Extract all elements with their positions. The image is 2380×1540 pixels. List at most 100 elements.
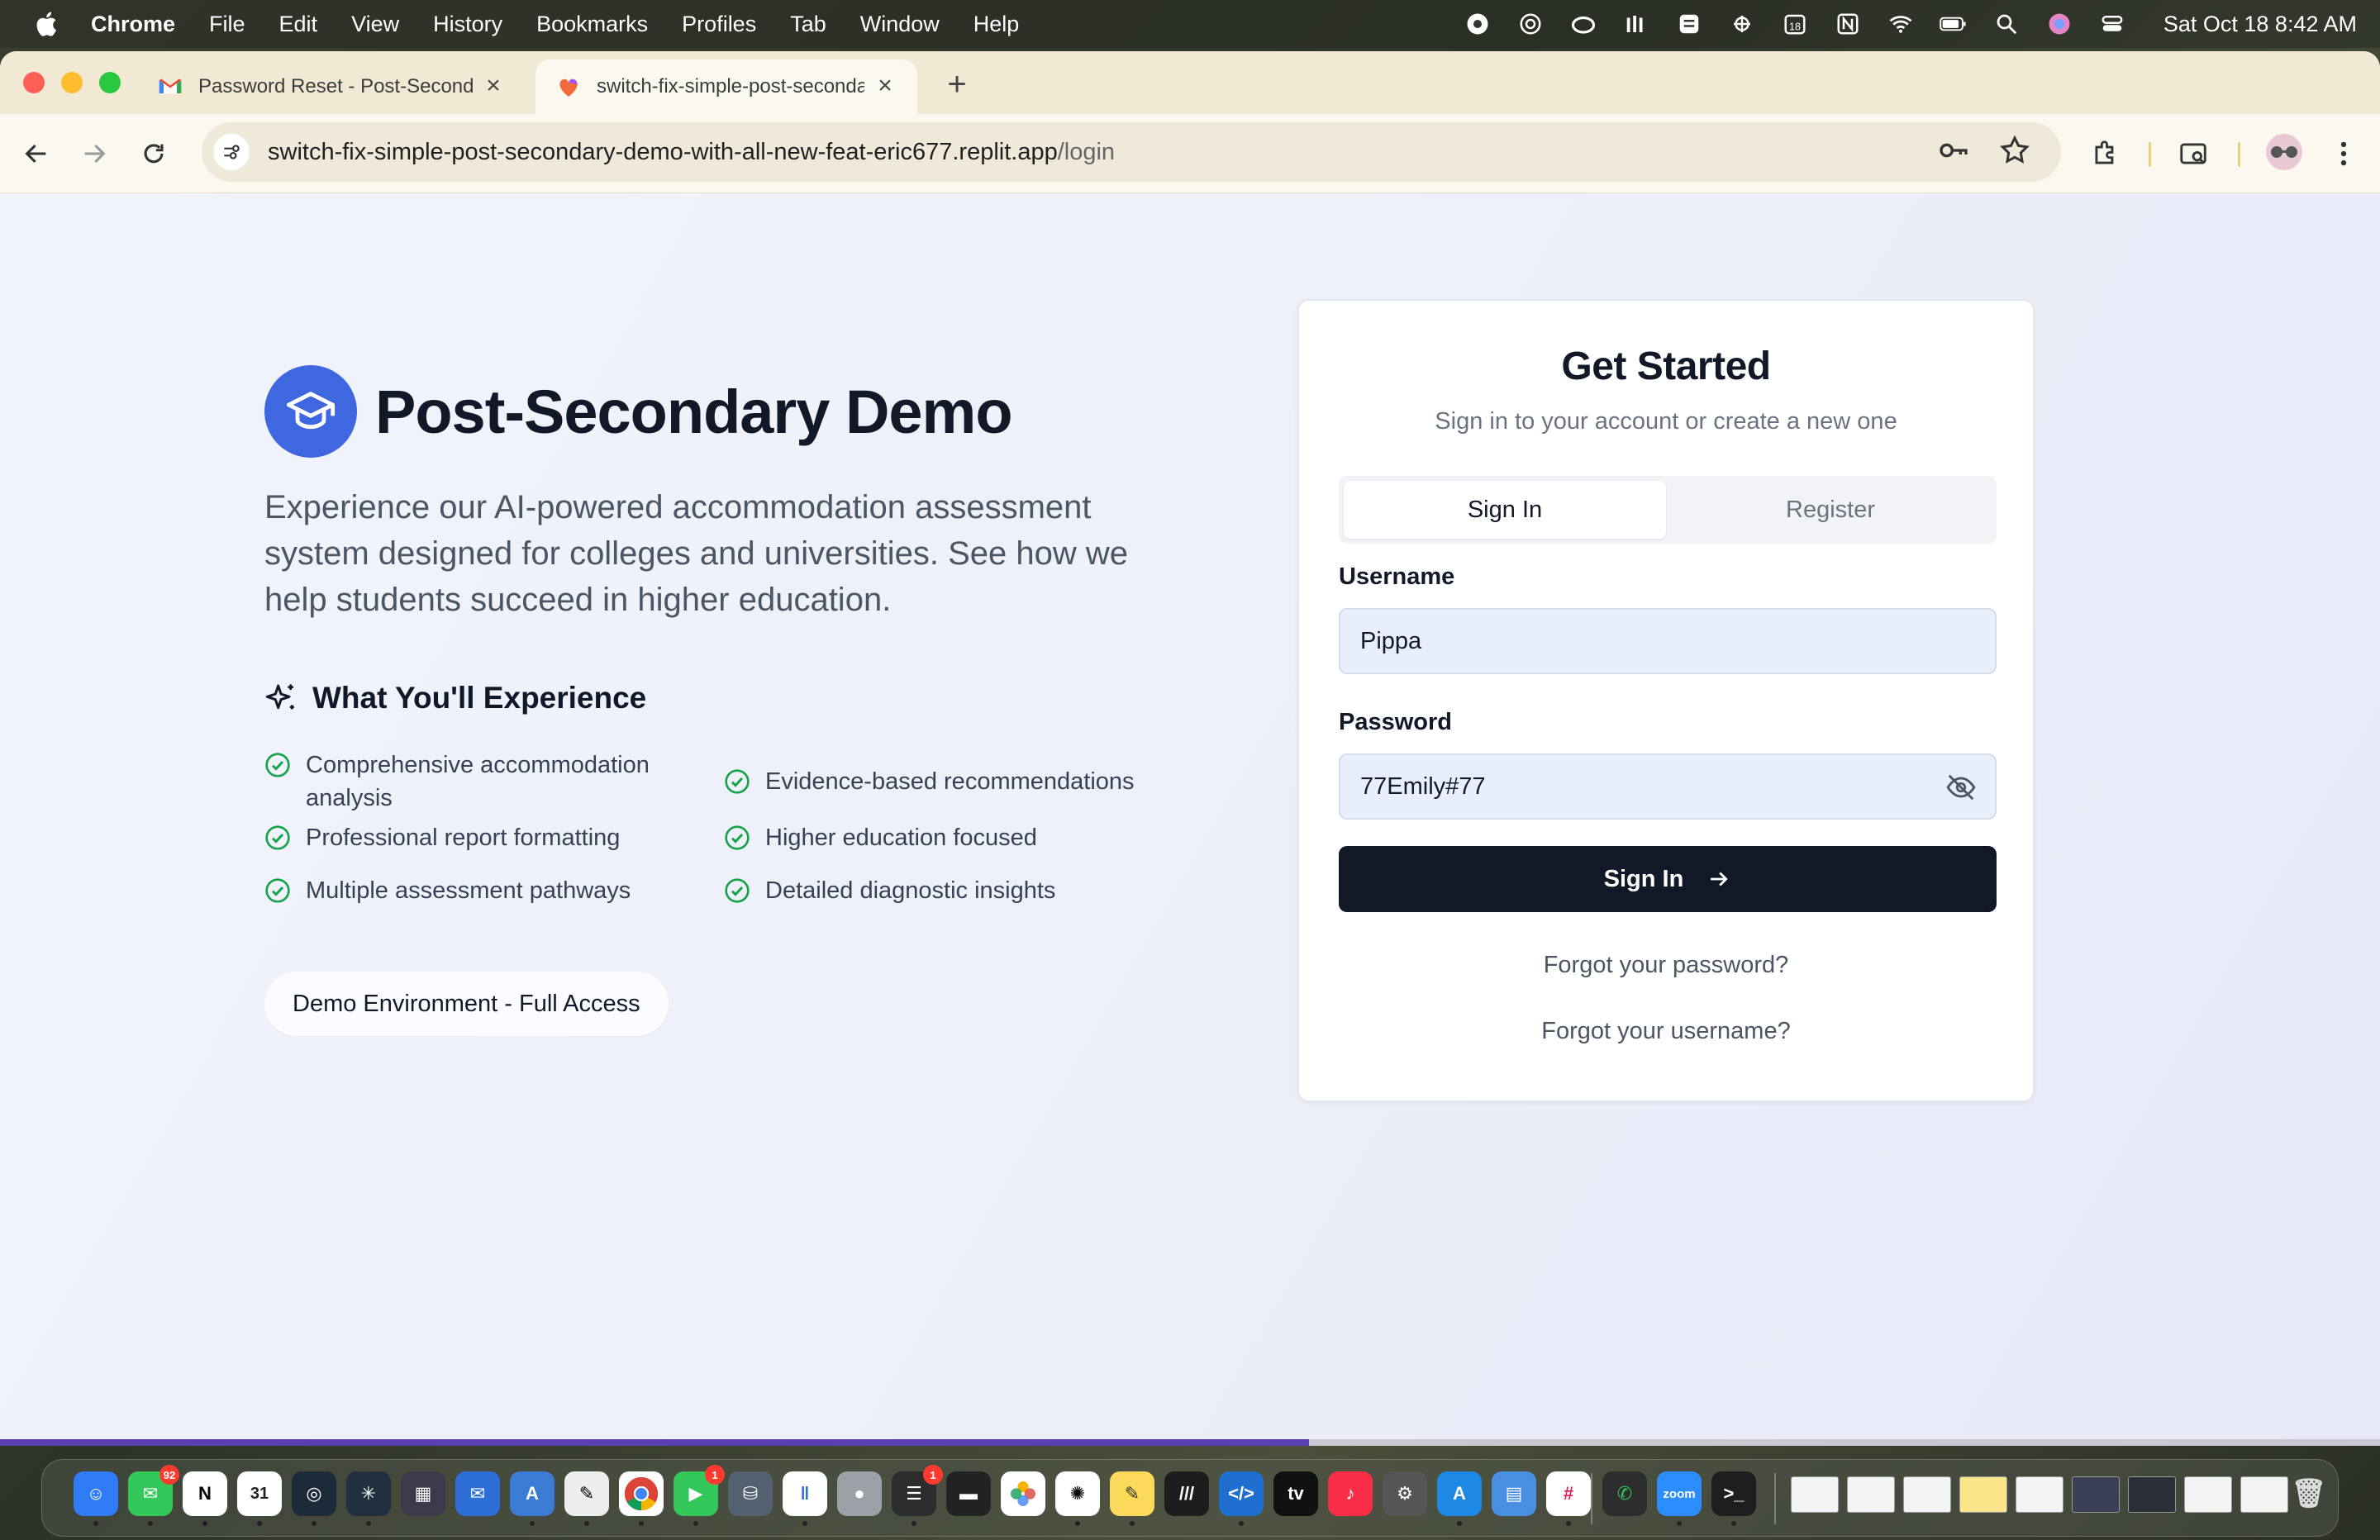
slack-icon[interactable]: # [1546, 1471, 1591, 1526]
reminders-icon[interactable]: ☰ 1 [892, 1465, 943, 1526]
forgot-username-link[interactable]: Forgot your username? [1299, 1018, 2033, 1045]
openai-icon[interactable] [1516, 11, 1545, 37]
maps-icon[interactable]: A [510, 1471, 555, 1526]
calendar-app-icon[interactable]: 31 [237, 1471, 282, 1526]
horizontal-scrollbar-track[interactable] [1309, 1439, 2380, 1446]
music-icon[interactable]: ♪ [1328, 1471, 1373, 1516]
inkscape-icon[interactable]: ✎ [564, 1471, 609, 1526]
close-tab-icon[interactable]: × [873, 74, 897, 99]
control-center-icon[interactable] [2097, 11, 2127, 37]
facetime-icon[interactable]: ▶ 1 [674, 1465, 725, 1526]
experience-heading: What You'll Experience [264, 681, 646, 715]
minimized-window-thumbnail[interactable] [2240, 1476, 2288, 1513]
battery-icon[interactable] [1939, 11, 1968, 37]
database-icon[interactable]: ⛁ [728, 1471, 773, 1516]
aperture-icon[interactable] [1463, 11, 1492, 37]
terminal-icon[interactable]: >_ [1711, 1471, 1756, 1526]
horizontal-scrollbar-thumb[interactable] [0, 1439, 1309, 1446]
forgot-password-link[interactable]: Forgot your password? [1299, 952, 2033, 979]
eye-off-icon[interactable] [1945, 772, 1977, 803]
zoom-window-button[interactable] [99, 72, 121, 93]
podcast-app-icon[interactable]: ◎ [292, 1471, 336, 1526]
tab-password-reset[interactable]: Password Reset - Post-Secondary × [137, 59, 526, 114]
creative-cloud-icon[interactable] [1568, 11, 1598, 37]
mail-icon[interactable]: ✉ [455, 1471, 500, 1516]
notes-icon[interactable]: ✎ [1110, 1471, 1154, 1526]
close-window-button[interactable] [23, 72, 45, 93]
claude-app-icon[interactable]: /// [1164, 1471, 1209, 1516]
menubar-clock[interactable]: Sat Oct 18 8:42 AM [2163, 12, 2357, 37]
notion-app-icon[interactable]: N [183, 1471, 227, 1526]
launchpad-icon[interactable]: ▦ [401, 1471, 445, 1516]
apple-tv-icon[interactable]: tv [1273, 1471, 1318, 1516]
menu-edit[interactable]: Edit [279, 12, 318, 37]
profile-avatar[interactable] [2266, 134, 2302, 170]
reload-button[interactable] [136, 135, 172, 172]
feature-item: Detailed diagnostic insights [724, 874, 1055, 907]
finder-icon[interactable]: ☺ [74, 1471, 118, 1526]
forward-button[interactable] [76, 135, 112, 172]
menu-view[interactable]: View [351, 12, 399, 37]
notion-icon[interactable] [1833, 11, 1863, 37]
preview-icon[interactable]: ▤ [1492, 1471, 1536, 1516]
zoom-icon[interactable]: zoom [1657, 1471, 1702, 1526]
chrome-app-icon[interactable] [619, 1471, 664, 1526]
tab-replit-app[interactable]: switch-fix-simple-post-secondary × [536, 59, 917, 114]
menu-app-name[interactable]: Chrome [91, 12, 175, 37]
menu-file[interactable]: File [209, 12, 245, 37]
menu-bookmarks[interactable]: Bookmarks [536, 12, 648, 37]
spotlight-search-icon[interactable] [1992, 11, 2021, 37]
menu-help[interactable]: Help [973, 12, 1020, 37]
feature-item: Professional report formatting [264, 821, 620, 854]
minimized-window-thumbnail[interactable] [2072, 1476, 2120, 1513]
minimized-window-thumbnail[interactable] [2184, 1476, 2232, 1513]
minimized-window-thumbnail[interactable] [1959, 1476, 2007, 1513]
username-field[interactable]: Pippa [1339, 608, 1997, 674]
sign-in-button[interactable]: Sign In [1339, 846, 1997, 912]
stacks-icon[interactable]: ▬ [946, 1471, 991, 1516]
trash-icon[interactable]: 🗑 [2287, 1471, 2331, 1516]
menu-window[interactable]: Window [860, 12, 940, 37]
extensions-puzzle-icon[interactable] [2087, 135, 2124, 172]
address-bar[interactable]: switch-fix-simple-post-secondary-demo-wi… [202, 122, 2061, 182]
perplexity-icon[interactable]: ✳ [346, 1471, 391, 1526]
bug-icon[interactable] [1727, 11, 1757, 37]
chrome-menu-icon[interactable] [2325, 135, 2362, 172]
menu-tab[interactable]: Tab [790, 12, 826, 37]
apple-icon[interactable] [33, 10, 58, 38]
photos-icon[interactable] [1001, 1471, 1045, 1516]
minimized-window-thumbnail[interactable] [1791, 1476, 1839, 1513]
bars-icon[interactable] [1621, 11, 1651, 37]
calendar-icon[interactable]: 18 [1780, 11, 1810, 37]
tab-search-icon[interactable] [2175, 135, 2211, 172]
wifi-icon[interactable] [1886, 11, 1916, 37]
list-icon[interactable] [1674, 11, 1704, 37]
chatgpt-icon[interactable]: ✺ [1055, 1471, 1100, 1526]
password-key-icon[interactable] [1937, 134, 1970, 167]
tab-sign-in[interactable]: Sign In [1344, 481, 1666, 539]
back-button[interactable] [18, 135, 55, 172]
site-info-icon[interactable] [213, 134, 250, 170]
new-tab-button[interactable]: + [939, 68, 975, 104]
password-field[interactable]: 77Emily#77 [1339, 753, 1997, 820]
menu-profiles[interactable]: Profiles [682, 12, 756, 37]
vscode-icon[interactable]: </> [1219, 1471, 1264, 1526]
minimized-window-thumbnail[interactable] [2128, 1476, 2176, 1513]
minimized-window-thumbnail[interactable] [1903, 1476, 1951, 1513]
app-store-icon[interactable]: A [1437, 1471, 1482, 1526]
bookmark-star-icon[interactable] [1998, 134, 2031, 167]
transcription-icon[interactable]: ‖ [783, 1471, 827, 1526]
minimized-window-thumbnail[interactable] [1847, 1476, 1895, 1513]
close-tab-icon[interactable]: × [481, 74, 506, 99]
minimize-window-button[interactable] [61, 72, 83, 93]
minimized-window-thumbnail[interactable] [2016, 1476, 2063, 1513]
reload-icon [144, 144, 164, 164]
contacts-icon[interactable]: ● [837, 1471, 882, 1516]
url-text[interactable]: switch-fix-simple-post-secondary-demo-wi… [268, 139, 1115, 166]
messages-icon[interactable]: ✉ 92 [128, 1465, 179, 1526]
phone-icon[interactable]: ✆ [1602, 1471, 1647, 1516]
menu-history[interactable]: History [433, 12, 502, 37]
siri-icon[interactable] [2044, 11, 2074, 37]
tab-register[interactable]: Register [1669, 481, 1992, 539]
system-settings-icon[interactable]: ⚙ [1383, 1471, 1427, 1516]
